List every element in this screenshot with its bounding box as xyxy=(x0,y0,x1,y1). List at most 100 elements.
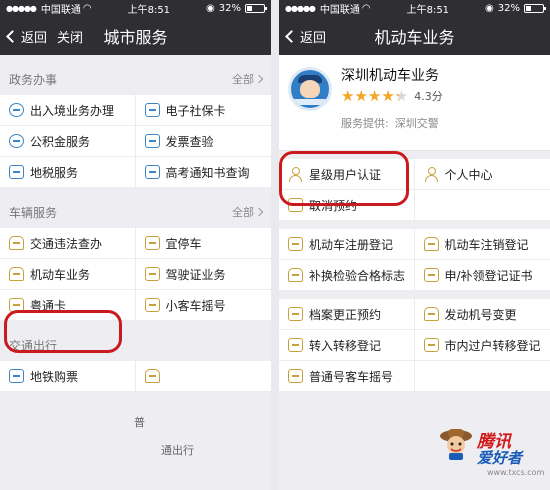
battery-icon xyxy=(244,4,267,13)
cancel-appointment-item[interactable]: 取消预约 xyxy=(279,190,415,221)
subway-icon xyxy=(9,369,24,383)
service-item[interactable]: 地税服务 xyxy=(0,157,136,188)
see-all-link[interactable]: 全部 xyxy=(232,204,264,220)
watermark: 腾讯 爱好者 www.txcs.com xyxy=(437,417,547,490)
service-grid-vehicle: 交通违法查办 宜停车 机动车业务 驾驶证业务 粤通卡 小客车摇号 xyxy=(0,228,271,321)
service-item[interactable]: 出入境业务办理 xyxy=(0,95,136,126)
service-item[interactable]: 公积金服务 xyxy=(0,126,136,157)
carrier: 中国联通 xyxy=(319,5,360,16)
id-card-icon xyxy=(144,103,160,117)
piggy-bank-icon xyxy=(9,134,24,148)
wifi-icon: ◠ xyxy=(361,3,371,14)
back-button[interactable]: 返回 xyxy=(6,27,47,46)
wifi-icon: ◠ xyxy=(82,3,92,14)
chevron-left-icon xyxy=(6,29,19,43)
signal-icon: ●●●●● xyxy=(6,4,37,13)
service-item[interactable]: 驾驶证业务 xyxy=(135,259,271,290)
section-header-vehicle: 车辆服务 全部 xyxy=(0,196,271,228)
business-item[interactable]: 机动车注册登记 xyxy=(279,229,415,260)
register-car-icon xyxy=(288,237,303,251)
mascot-logo-icon xyxy=(440,429,472,460)
cancel-doc-icon xyxy=(288,198,303,212)
battery-percent: 32% xyxy=(497,3,520,14)
business-group-user: 星级用户认证 个人中心 取消预约 xyxy=(279,159,550,221)
business-item[interactable]: 机动车注销登记 xyxy=(414,229,550,260)
service-grid-government: 出入境业务办理 电子社保卡 公积金服务 发票查验 地税服务 高考通知书查询 xyxy=(0,95,271,188)
app-info-card: 深圳机动车业务 ★★★★★ ★★★★★ 4.3分 服务提供: 深圳交警 xyxy=(279,55,550,151)
lottery-icon xyxy=(144,298,160,312)
car-sticker-icon xyxy=(288,268,303,282)
bus-icon xyxy=(144,369,160,383)
watermark-subtitle: 爱好者 xyxy=(477,449,523,467)
service-item[interactable]: 地铁购票 xyxy=(0,361,136,392)
star-user-auth-item[interactable]: 星级用户认证 xyxy=(279,159,415,190)
empty-cell xyxy=(414,190,550,221)
close-button[interactable]: 关闭 xyxy=(57,27,83,46)
rating-score: 4.3分 xyxy=(414,90,443,103)
service-item[interactable]: 交通违法查办 xyxy=(0,228,136,259)
chevron-right-icon xyxy=(254,207,264,217)
location-icon: ◉ xyxy=(485,3,494,14)
business-item[interactable]: 普通号客车摇号 xyxy=(279,361,415,392)
personal-center-item[interactable]: 个人中心 xyxy=(414,159,550,190)
status-bar: ●●●●● 中国联通 ◠ 上午8:51 ◉ 32% xyxy=(0,0,271,17)
card-icon xyxy=(9,298,24,312)
service-item[interactable]: 发票查验 xyxy=(135,126,271,157)
service-item[interactable]: 粤通卡 xyxy=(0,290,136,321)
car-warning-icon xyxy=(9,236,24,250)
battery-icon xyxy=(523,4,546,13)
star-rating-icon: ★★★★★ ★★★★★ xyxy=(341,86,409,105)
service-item-vehicle-business[interactable]: 机动车业务 xyxy=(0,259,136,290)
clock: 上午8:51 xyxy=(127,5,171,16)
status-bar: ●●●●● 中国联通 ◠ 上午8:51 ◉ 32% xyxy=(279,0,550,17)
police-mascot-logo xyxy=(288,67,332,111)
overlay-text: 普 xyxy=(134,416,145,429)
section-title: 交通出行 xyxy=(9,338,58,353)
see-all-link[interactable]: 全部 xyxy=(232,71,264,87)
globe-icon xyxy=(9,103,24,117)
deregister-car-icon xyxy=(423,237,439,251)
service-item[interactable]: 宜停车 xyxy=(135,228,271,259)
transfer-icon xyxy=(423,338,439,352)
section-title: 车辆服务 xyxy=(9,205,58,220)
business-item[interactable]: 申/补领登记证书 xyxy=(414,260,550,291)
business-item[interactable]: 档案更正预约 xyxy=(279,299,415,330)
search-doc-icon xyxy=(144,165,160,179)
service-item[interactable]: 高考通知书查询 xyxy=(135,157,271,188)
chevron-right-icon xyxy=(254,74,264,84)
overlay-text: 通出行 xyxy=(161,444,194,457)
user-icon xyxy=(424,167,439,182)
business-item[interactable]: 发动机号变更 xyxy=(414,299,550,330)
location-icon: ◉ xyxy=(206,3,215,14)
back-button[interactable]: 返回 xyxy=(285,27,327,46)
document-icon xyxy=(9,165,24,179)
section-header-transport: 交通出行 xyxy=(0,329,271,361)
business-item[interactable]: 市内过户转移登记 xyxy=(414,330,550,361)
business-item[interactable]: 转入转移登记 xyxy=(279,330,415,361)
service-item[interactable]: 小客车摇号 xyxy=(135,290,271,321)
back-label: 返回 xyxy=(300,30,327,46)
car-icon xyxy=(9,267,24,281)
clock: 上午8:51 xyxy=(406,5,450,16)
business-group-transfer: 档案更正预约 发动机号变更 转入转移登记 市内过户转移登记 普通号客车摇号 xyxy=(279,299,550,392)
app-name: 深圳机动车业务 xyxy=(341,68,439,84)
license-icon xyxy=(144,267,160,281)
business-group-registration: 机动车注册登记 机动车注销登记 补换检验合格标志 申/补领登记证书 xyxy=(279,229,550,291)
service-item[interactable] xyxy=(135,361,271,392)
left-phone-screen: ●●●●● 中国联通 ◠ 上午8:51 ◉ 32% 返回 关闭 城市服务 政务办… xyxy=(0,0,271,490)
engine-icon xyxy=(423,307,439,321)
service-provider: 服务提供: 深圳交警 xyxy=(341,117,439,130)
signal-icon: ●●●●● xyxy=(285,4,316,13)
service-item[interactable]: 电子社保卡 xyxy=(135,95,271,126)
nav-bar: 返回 机动车业务 xyxy=(279,17,550,55)
business-item[interactable]: 补换检验合格标志 xyxy=(279,260,415,291)
transfer-in-icon xyxy=(288,338,303,352)
parking-icon xyxy=(144,236,160,250)
invoice-icon xyxy=(144,134,160,148)
chevron-left-icon xyxy=(285,29,298,43)
service-grid-transport: 地铁购票 xyxy=(0,361,271,392)
empty-cell xyxy=(414,361,550,392)
battery-percent: 32% xyxy=(218,3,241,14)
calendar-icon xyxy=(288,307,303,321)
user-icon xyxy=(288,167,303,182)
